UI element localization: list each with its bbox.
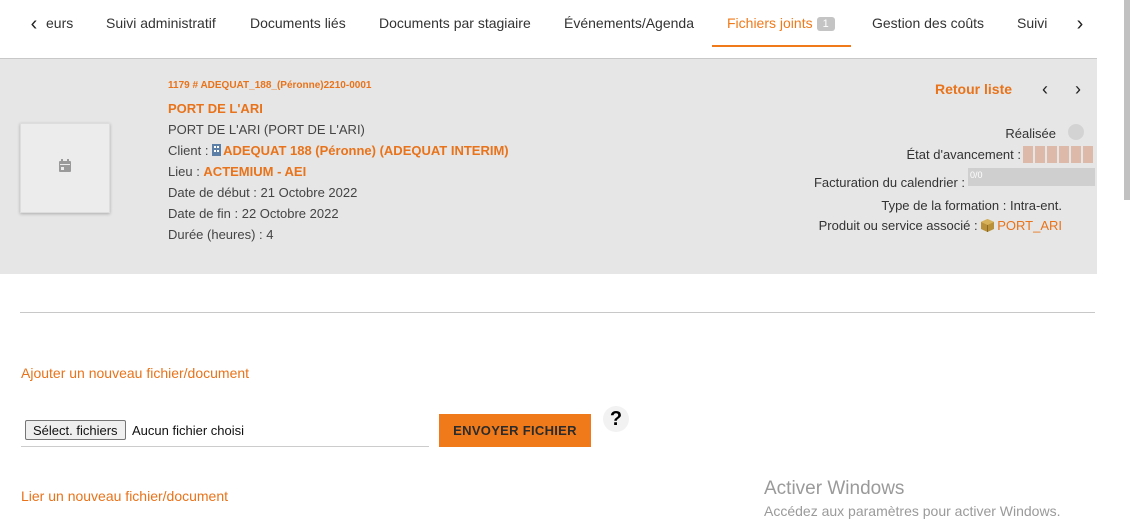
- record-thumbnail: [20, 123, 110, 213]
- windows-activation-title: Activer Windows: [764, 478, 905, 499]
- client-link[interactable]: ADEQUAT 188 (Péronne) (ADEQUAT INTERIM): [223, 143, 509, 158]
- progress-block: [1047, 146, 1057, 163]
- file-input[interactable]: Sélect. fichiers Aucun fichier choisi: [21, 418, 429, 447]
- realisee-toggle[interactable]: [1068, 124, 1084, 140]
- next-record-arrow-icon[interactable]: ›: [1071, 79, 1085, 100]
- facturation-label: Facturation du calendrier :: [813, 175, 965, 190]
- back-to-list-link[interactable]: Retour liste: [935, 81, 1012, 97]
- facturation-progress-bar: 0/0: [968, 168, 1095, 186]
- tab-evenements-agenda[interactable]: Événements/Agenda: [564, 15, 694, 31]
- calendar-icon: [59, 159, 71, 172]
- progress-block: [1083, 146, 1093, 163]
- record-header-panel: 1179 # ADEQUAT_188_(Péronne)2210-0001 PO…: [0, 59, 1097, 274]
- avancement-label: État d'avancement :: [906, 147, 1022, 162]
- record-reference: 1179 # ADEQUAT_188_(Péronne)2210-0001: [168, 80, 372, 91]
- no-file-chosen-text: Aucun fichier choisi: [132, 423, 244, 438]
- tab-suivi-administratif[interactable]: Suivi administratif: [106, 15, 216, 31]
- tab-fichiers-joints[interactable]: Fichiers joints 1: [727, 15, 835, 31]
- record-duration: Durée (heures) : 4: [168, 227, 274, 242]
- tab-suivi[interactable]: Suivi: [1017, 15, 1047, 31]
- record-lieu-row: Lieu : ACTEMIUM - AEI: [168, 164, 306, 179]
- tabs-next-arrow-icon[interactable]: ›: [1070, 12, 1090, 36]
- realisee-label: Réalisée: [1005, 126, 1056, 141]
- link-file-link[interactable]: Lier un nouveau fichier/document: [21, 488, 228, 504]
- choose-files-button[interactable]: Sélect. fichiers: [25, 420, 126, 440]
- windows-activation-subtitle: Accédez aux paramètres pour activer Wind…: [764, 503, 1061, 519]
- produit-link[interactable]: PORT_ARI: [997, 218, 1062, 233]
- record-end-date: Date de fin : 22 Octobre 2022: [168, 206, 339, 221]
- produit-row: Produit ou service associé : PORT_ARI: [819, 218, 1062, 233]
- tab-documents-lies[interactable]: Documents liés: [250, 15, 346, 31]
- tab-bar: ‹ eurs Suivi administratif Documents lié…: [0, 0, 1097, 59]
- tab-documents-par-stagiaire[interactable]: Documents par stagiaire: [379, 15, 531, 31]
- client-label: Client :: [168, 143, 213, 158]
- progress-block: [1035, 146, 1045, 163]
- progress-block: [1059, 146, 1069, 163]
- type-formation: Type de la formation : Intra-ent.: [881, 198, 1062, 213]
- active-tab-underline: [712, 45, 851, 47]
- facturation-value: 0/0: [970, 170, 983, 180]
- record-client-row: Client : ADEQUAT 188 (Péronne) (ADEQUAT …: [168, 143, 509, 158]
- vertical-scrollbar[interactable]: [1124, 0, 1130, 200]
- record-start-date: Date de début : 21 Octobre 2022: [168, 185, 358, 200]
- building-icon: [212, 144, 222, 156]
- record-title[interactable]: PORT DE L'ARI: [168, 101, 263, 116]
- help-icon[interactable]: ?: [603, 406, 629, 432]
- tab-gestion-des-couts[interactable]: Gestion des coûts: [872, 15, 984, 31]
- previous-record-arrow-icon[interactable]: ‹: [1038, 79, 1052, 100]
- tab-fichiers-joints-label: Fichiers joints: [727, 15, 813, 31]
- lieu-label: Lieu :: [168, 164, 204, 179]
- section-divider: [20, 312, 1095, 313]
- package-icon: [981, 219, 995, 232]
- produit-label: Produit ou service associé :: [818, 218, 982, 233]
- file-count-badge: 1: [816, 17, 835, 31]
- add-file-link[interactable]: Ajouter un nouveau fichier/document: [21, 365, 249, 381]
- progress-block: [1023, 146, 1033, 163]
- record-subtitle: PORT DE L'ARI (PORT DE L'ARI): [168, 122, 365, 137]
- progress-block: [1071, 146, 1081, 163]
- tab-formateurs[interactable]: eurs: [46, 15, 73, 31]
- lieu-link[interactable]: ACTEMIUM - AEI: [203, 164, 306, 179]
- avancement-progress: [1023, 146, 1093, 163]
- send-file-button[interactable]: ENVOYER FICHIER: [439, 414, 591, 447]
- tabs-prev-arrow-icon[interactable]: ‹: [24, 12, 44, 36]
